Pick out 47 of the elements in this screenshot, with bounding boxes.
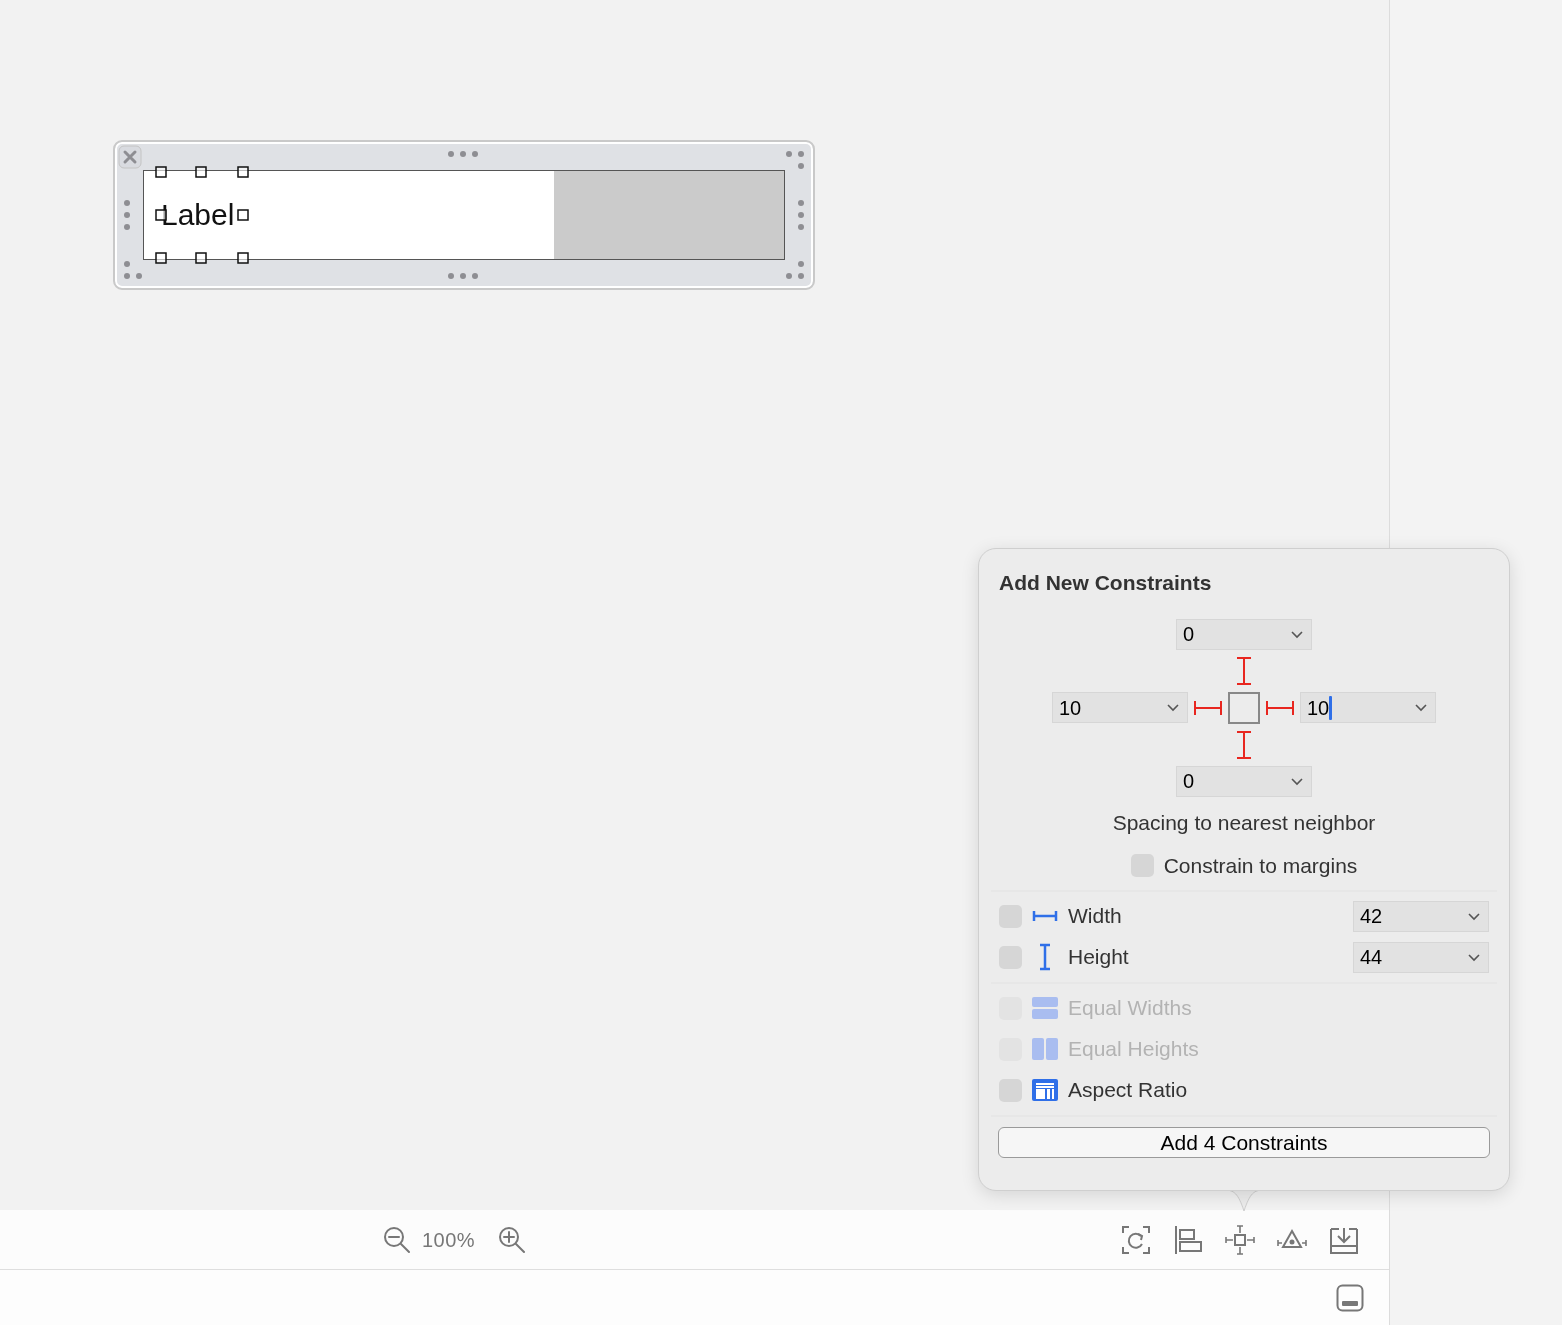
checkbox-label: Constrain to margins [1163,853,1358,879]
circular-arrow-icon[interactable] [1121,1224,1152,1255]
height-icon [1038,943,1052,971]
chevron-down-icon [1291,776,1303,786]
vertical-constraint-icon[interactable] [1234,730,1254,759]
close-icon[interactable] [118,145,142,169]
spacing-field[interactable]: 10 [1052,692,1188,723]
grip-dots-icon[interactable] [786,261,804,279]
square-pin-icon[interactable] [1225,1224,1256,1255]
selection-handles-drawing[interactable] [155,166,249,264]
width-icon [1032,910,1058,922]
popover-title: Add New Constraints [999,570,1213,596]
equal-heights-icon [1032,1038,1058,1060]
zoom-level: 100% [422,1227,476,1253]
constraint-label: Equal Widths [1068,995,1192,1022]
zoom-in-icon[interactable] [497,1224,528,1255]
aspect-ratio-icon [1032,1079,1058,1101]
value-field[interactable]: 42 [1353,900,1489,932]
grip-dots-icon[interactable] [448,273,478,279]
chevron-down-icon [1415,703,1427,712]
chevron-down-icon [1468,911,1480,921]
chevron-down-icon [1291,629,1303,639]
grip-dots-icon[interactable] [124,261,142,279]
spacing-field[interactable]: 0 [1176,618,1312,650]
vertical-constraint-icon[interactable] [1234,656,1254,685]
view-square-icon [1228,691,1260,724]
constraint-label: Aspect Ratio [1068,1077,1188,1104]
constraint-label: Height [1068,944,1129,971]
grip-dots-icon[interactable] [448,151,478,157]
spacing-caption: Spacing to nearest neighbor [1111,809,1377,836]
spacing-field[interactable]: 10 [1300,692,1436,723]
grip-dots-icon[interactable] [786,151,804,169]
panel-toggle-icon[interactable] [1336,1283,1364,1312]
align-bars-icon[interactable] [1173,1224,1204,1255]
constraint-label: Width [1068,903,1122,930]
grip-dots-icon[interactable] [124,200,130,230]
add-constraints-button[interactable]: Add 4 Constraints [998,1126,1490,1158]
constraint-label: Equal Heights [1068,1036,1199,1063]
equal-widths-icon [1032,997,1058,1019]
grip-dots-icon[interactable] [798,200,804,230]
label-text[interactable]: Label [161,200,235,230]
value-field[interactable]: 44 [1353,941,1489,973]
view-container[interactable]: Label [113,140,815,290]
chevron-down-icon [1468,952,1480,962]
spacing-field[interactable]: 0 [1176,765,1312,797]
chevron-down-icon [1167,703,1179,712]
zoom-out-icon[interactable] [382,1224,412,1255]
